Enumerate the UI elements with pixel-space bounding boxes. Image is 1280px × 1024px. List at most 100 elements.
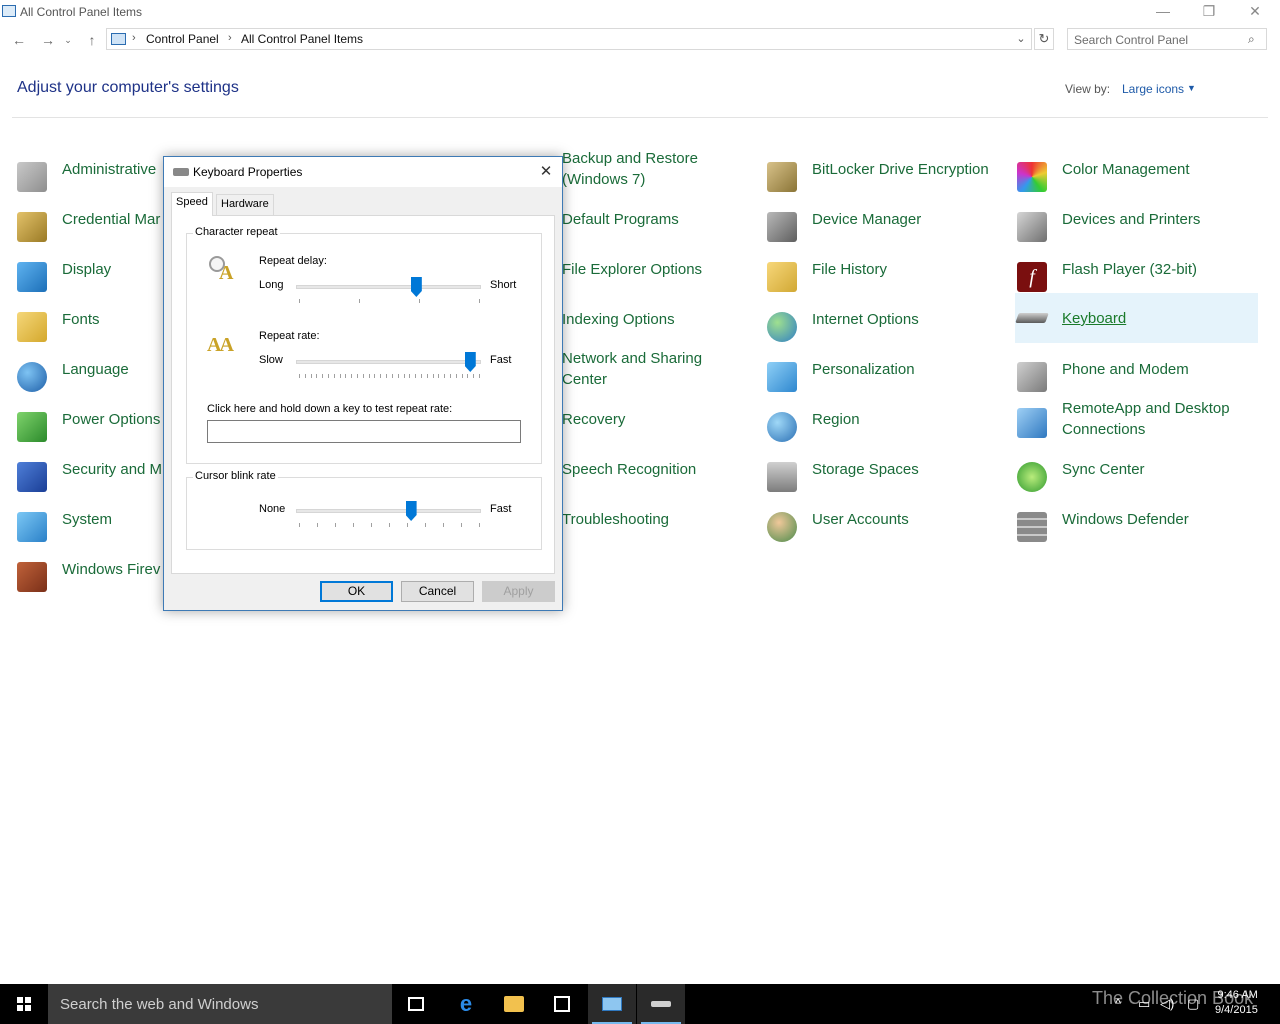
item-label: File Explorer Options [562, 261, 703, 278]
test-repeat-input[interactable] [207, 420, 521, 443]
refresh-icon[interactable]: ↻ [1034, 28, 1054, 50]
slider-tick [333, 374, 335, 378]
slider-tick [368, 374, 370, 378]
item-windows-firewall[interactable]: Windows Firev [17, 558, 163, 608]
apply-button[interactable]: Apply [482, 581, 555, 602]
item-internet-options[interactable]: Internet Options [767, 308, 1007, 358]
taskbar-search-box[interactable]: Search the web and Windows [48, 984, 392, 1024]
tab-hardware[interactable]: Hardware [216, 194, 274, 215]
item-sync-center[interactable]: Sync Center [1017, 458, 1257, 508]
slider-tick [479, 523, 480, 527]
item-system[interactable]: System [17, 508, 163, 558]
slider-tick [432, 374, 434, 378]
recent-locations-chevron-icon[interactable]: ⌄ [62, 30, 74, 50]
breadcrumb-control-panel[interactable]: Control Panel [146, 32, 219, 46]
dialog-close-button[interactable]: ✕ [534, 160, 558, 184]
network-icon[interactable]: ▭ [1138, 996, 1150, 1012]
cancel-button[interactable]: Cancel [401, 581, 474, 602]
divider [12, 117, 1268, 118]
repeat-rate-slider-track[interactable] [296, 360, 481, 364]
item-color-management[interactable]: Color Management [1017, 158, 1257, 208]
item-label: RemoteApp and Desktop Connections [1062, 400, 1230, 438]
item-security-and-maintenance[interactable]: Security and M [17, 458, 163, 508]
item-remoteapp[interactable]: RemoteApp and Desktop Connections [1017, 398, 1257, 448]
item-display[interactable]: Display [17, 258, 163, 308]
start-button[interactable] [0, 984, 48, 1024]
repeat-delay-slider-track[interactable] [296, 285, 481, 289]
volume-icon[interactable]: ◁) [1160, 996, 1174, 1012]
item-label: File History [812, 261, 888, 278]
item-bitlocker[interactable]: BitLocker Drive Encryption [767, 158, 1007, 208]
forward-arrow-icon[interactable]: → [38, 30, 58, 50]
breadcrumb-all-items[interactable]: All Control Panel Items [241, 32, 363, 46]
slider-tick [335, 523, 336, 527]
close-button[interactable]: ✕ [1232, 0, 1278, 24]
item-personalization[interactable]: Personalization [767, 358, 1007, 408]
item-label: Network and Sharing Center [562, 350, 703, 388]
control-panel-taskbar-icon[interactable] [588, 984, 636, 1024]
item-devices-and-printers[interactable]: Devices and Printers [1017, 208, 1257, 258]
test-repeat-label: Click here and hold down a key to test r… [207, 403, 453, 415]
slider-tick [357, 374, 359, 378]
file-explorer-icon[interactable] [490, 984, 538, 1024]
clock[interactable]: 9:46 AM 9/4/2015 [1215, 988, 1258, 1018]
item-label: BitLocker Drive Encryption [812, 161, 989, 178]
show-hidden-icons-icon[interactable]: ^ [1115, 996, 1121, 1011]
address-dropdown-icon[interactable]: ⌄ [1013, 31, 1029, 47]
item-user-accounts[interactable]: User Accounts [767, 508, 1007, 558]
search-box[interactable]: ⌕ [1067, 28, 1267, 50]
item-label: Speech Recognition [562, 461, 697, 478]
address-bar[interactable]: › Control Panel › All Control Panel Item… [106, 28, 1032, 50]
keyboard-properties-dialog: Keyboard Properties ✕ Speed Hardware Cha… [163, 156, 563, 611]
item-storage-spaces[interactable]: Storage Spaces [767, 458, 1007, 508]
control-panel-icon [111, 33, 126, 45]
item-region[interactable]: Region [767, 408, 1007, 458]
up-arrow-icon[interactable]: ↑ [82, 30, 102, 50]
item-label: Device Manager [812, 211, 922, 228]
item-power-options[interactable]: Power Options [17, 408, 163, 458]
item-fonts[interactable]: Fonts [17, 308, 163, 358]
phone-icon [1017, 362, 1049, 394]
item-administrative-tools[interactable]: Administrative [17, 158, 163, 208]
repeat-delay-min-label: Long [259, 279, 284, 291]
window-title: All Control Panel Items [20, 5, 143, 19]
search-icon[interactable]: ⌕ [1248, 32, 1260, 46]
ok-button[interactable]: OK [320, 581, 393, 602]
store-icon[interactable] [538, 984, 586, 1024]
item-label: User Accounts [812, 511, 909, 528]
search-input[interactable] [1074, 32, 1244, 47]
tab-speed[interactable]: Speed [171, 192, 213, 216]
slider-tick [443, 523, 444, 527]
users-icon [767, 512, 799, 544]
windows-logo-icon [17, 997, 31, 1011]
cursor-blink-slider-track[interactable] [296, 509, 481, 513]
minimize-button[interactable]: — [1140, 0, 1186, 24]
view-by-dropdown-arrow-icon[interactable]: ▼ [1187, 83, 1196, 93]
fonts-icon [17, 312, 49, 344]
item-credential-manager[interactable]: Credential Mar [17, 208, 163, 258]
edge-icon[interactable]: e [442, 984, 490, 1024]
keyboard-taskbar-icon[interactable] [637, 984, 685, 1024]
slider-tick [461, 523, 462, 527]
view-by-dropdown[interactable]: Large icons [1122, 82, 1184, 96]
item-device-manager[interactable]: Device Manager [767, 208, 1007, 258]
item-file-history[interactable]: File History [767, 258, 1007, 308]
item-language[interactable]: Language [17, 358, 163, 408]
power-options-icon [17, 412, 49, 444]
folder-icon [767, 262, 799, 294]
repeat-delay-label: Repeat delay: [259, 255, 327, 267]
clock-time: 9:46 AM [1217, 989, 1258, 1001]
back-arrow-icon[interactable]: ← [9, 30, 29, 50]
item-keyboard[interactable]: Keyboard [1015, 293, 1258, 343]
cursor-blink-slider-thumb[interactable] [405, 501, 417, 521]
defender-icon [1017, 512, 1049, 544]
task-view-icon[interactable] [392, 984, 440, 1024]
item-label: Keyboard [1062, 310, 1127, 327]
item-label: Storage Spaces [812, 461, 919, 478]
action-center-icon[interactable]: ▢ [1187, 996, 1199, 1012]
restore-button[interactable]: ❐ [1186, 0, 1232, 24]
repeat-rate-slider-thumb[interactable] [464, 352, 476, 372]
repeat-delay-slider-thumb[interactable] [410, 277, 422, 297]
slider-tick [409, 374, 411, 378]
item-windows-defender[interactable]: Windows Defender [1017, 508, 1257, 558]
